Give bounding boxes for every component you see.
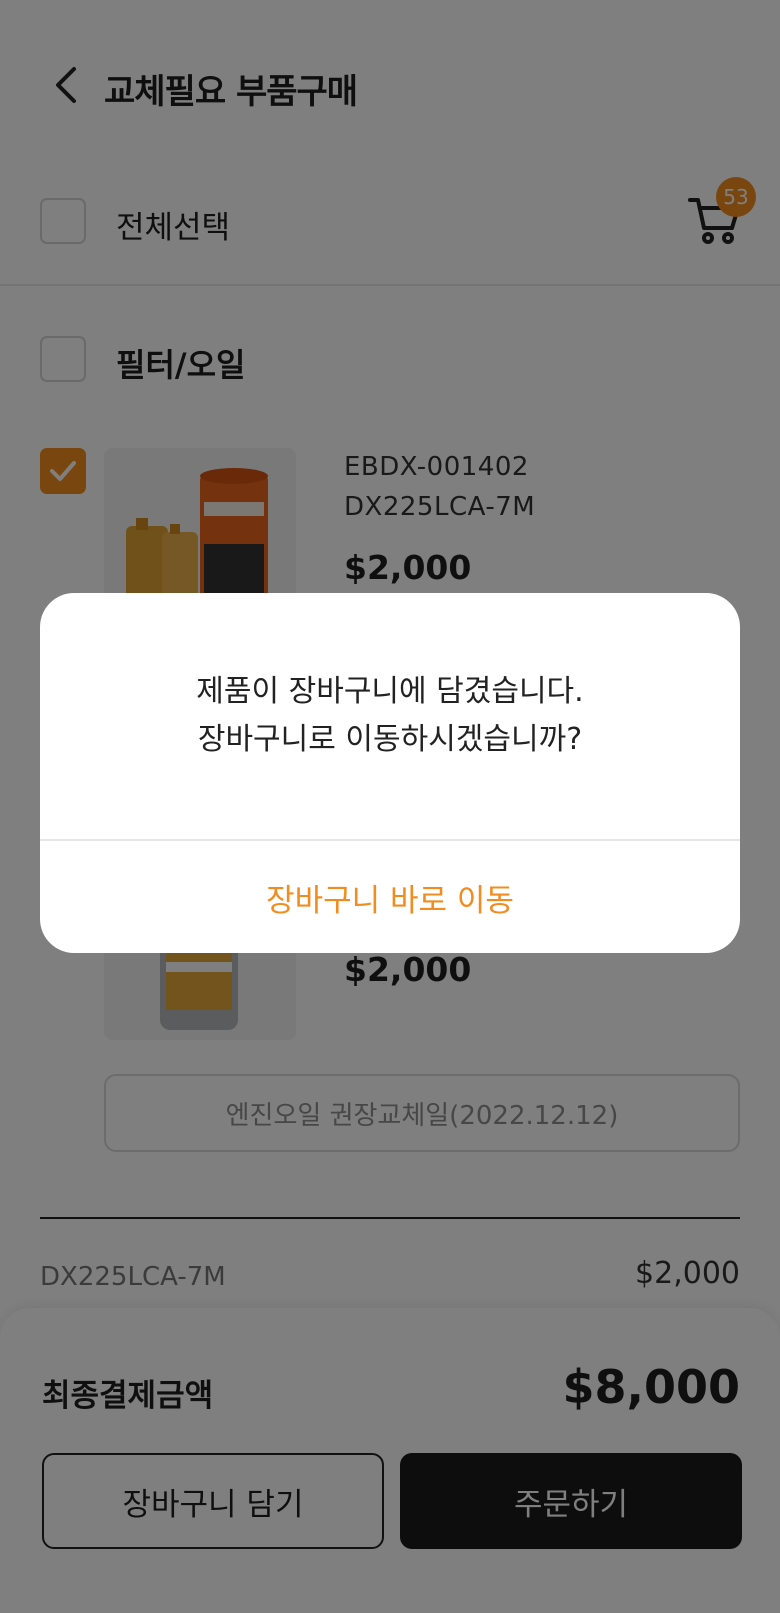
dialog-message: 제품이 장바구니에 담겼습니다. 장바구니로 이동하시겠습니까? [40, 593, 740, 839]
go-to-cart-button[interactable]: 장바구니 바로 이동 [40, 841, 740, 953]
cart-added-dialog: 제품이 장바구니에 담겼습니다. 장바구니로 이동하시겠습니까? 장바구니 바로… [40, 593, 740, 953]
dialog-message-line-2: 장바구니로 이동하시겠습니까? [197, 722, 583, 757]
dialog-message-line-1: 제품이 장바구니에 담겼습니다. [196, 674, 584, 709]
